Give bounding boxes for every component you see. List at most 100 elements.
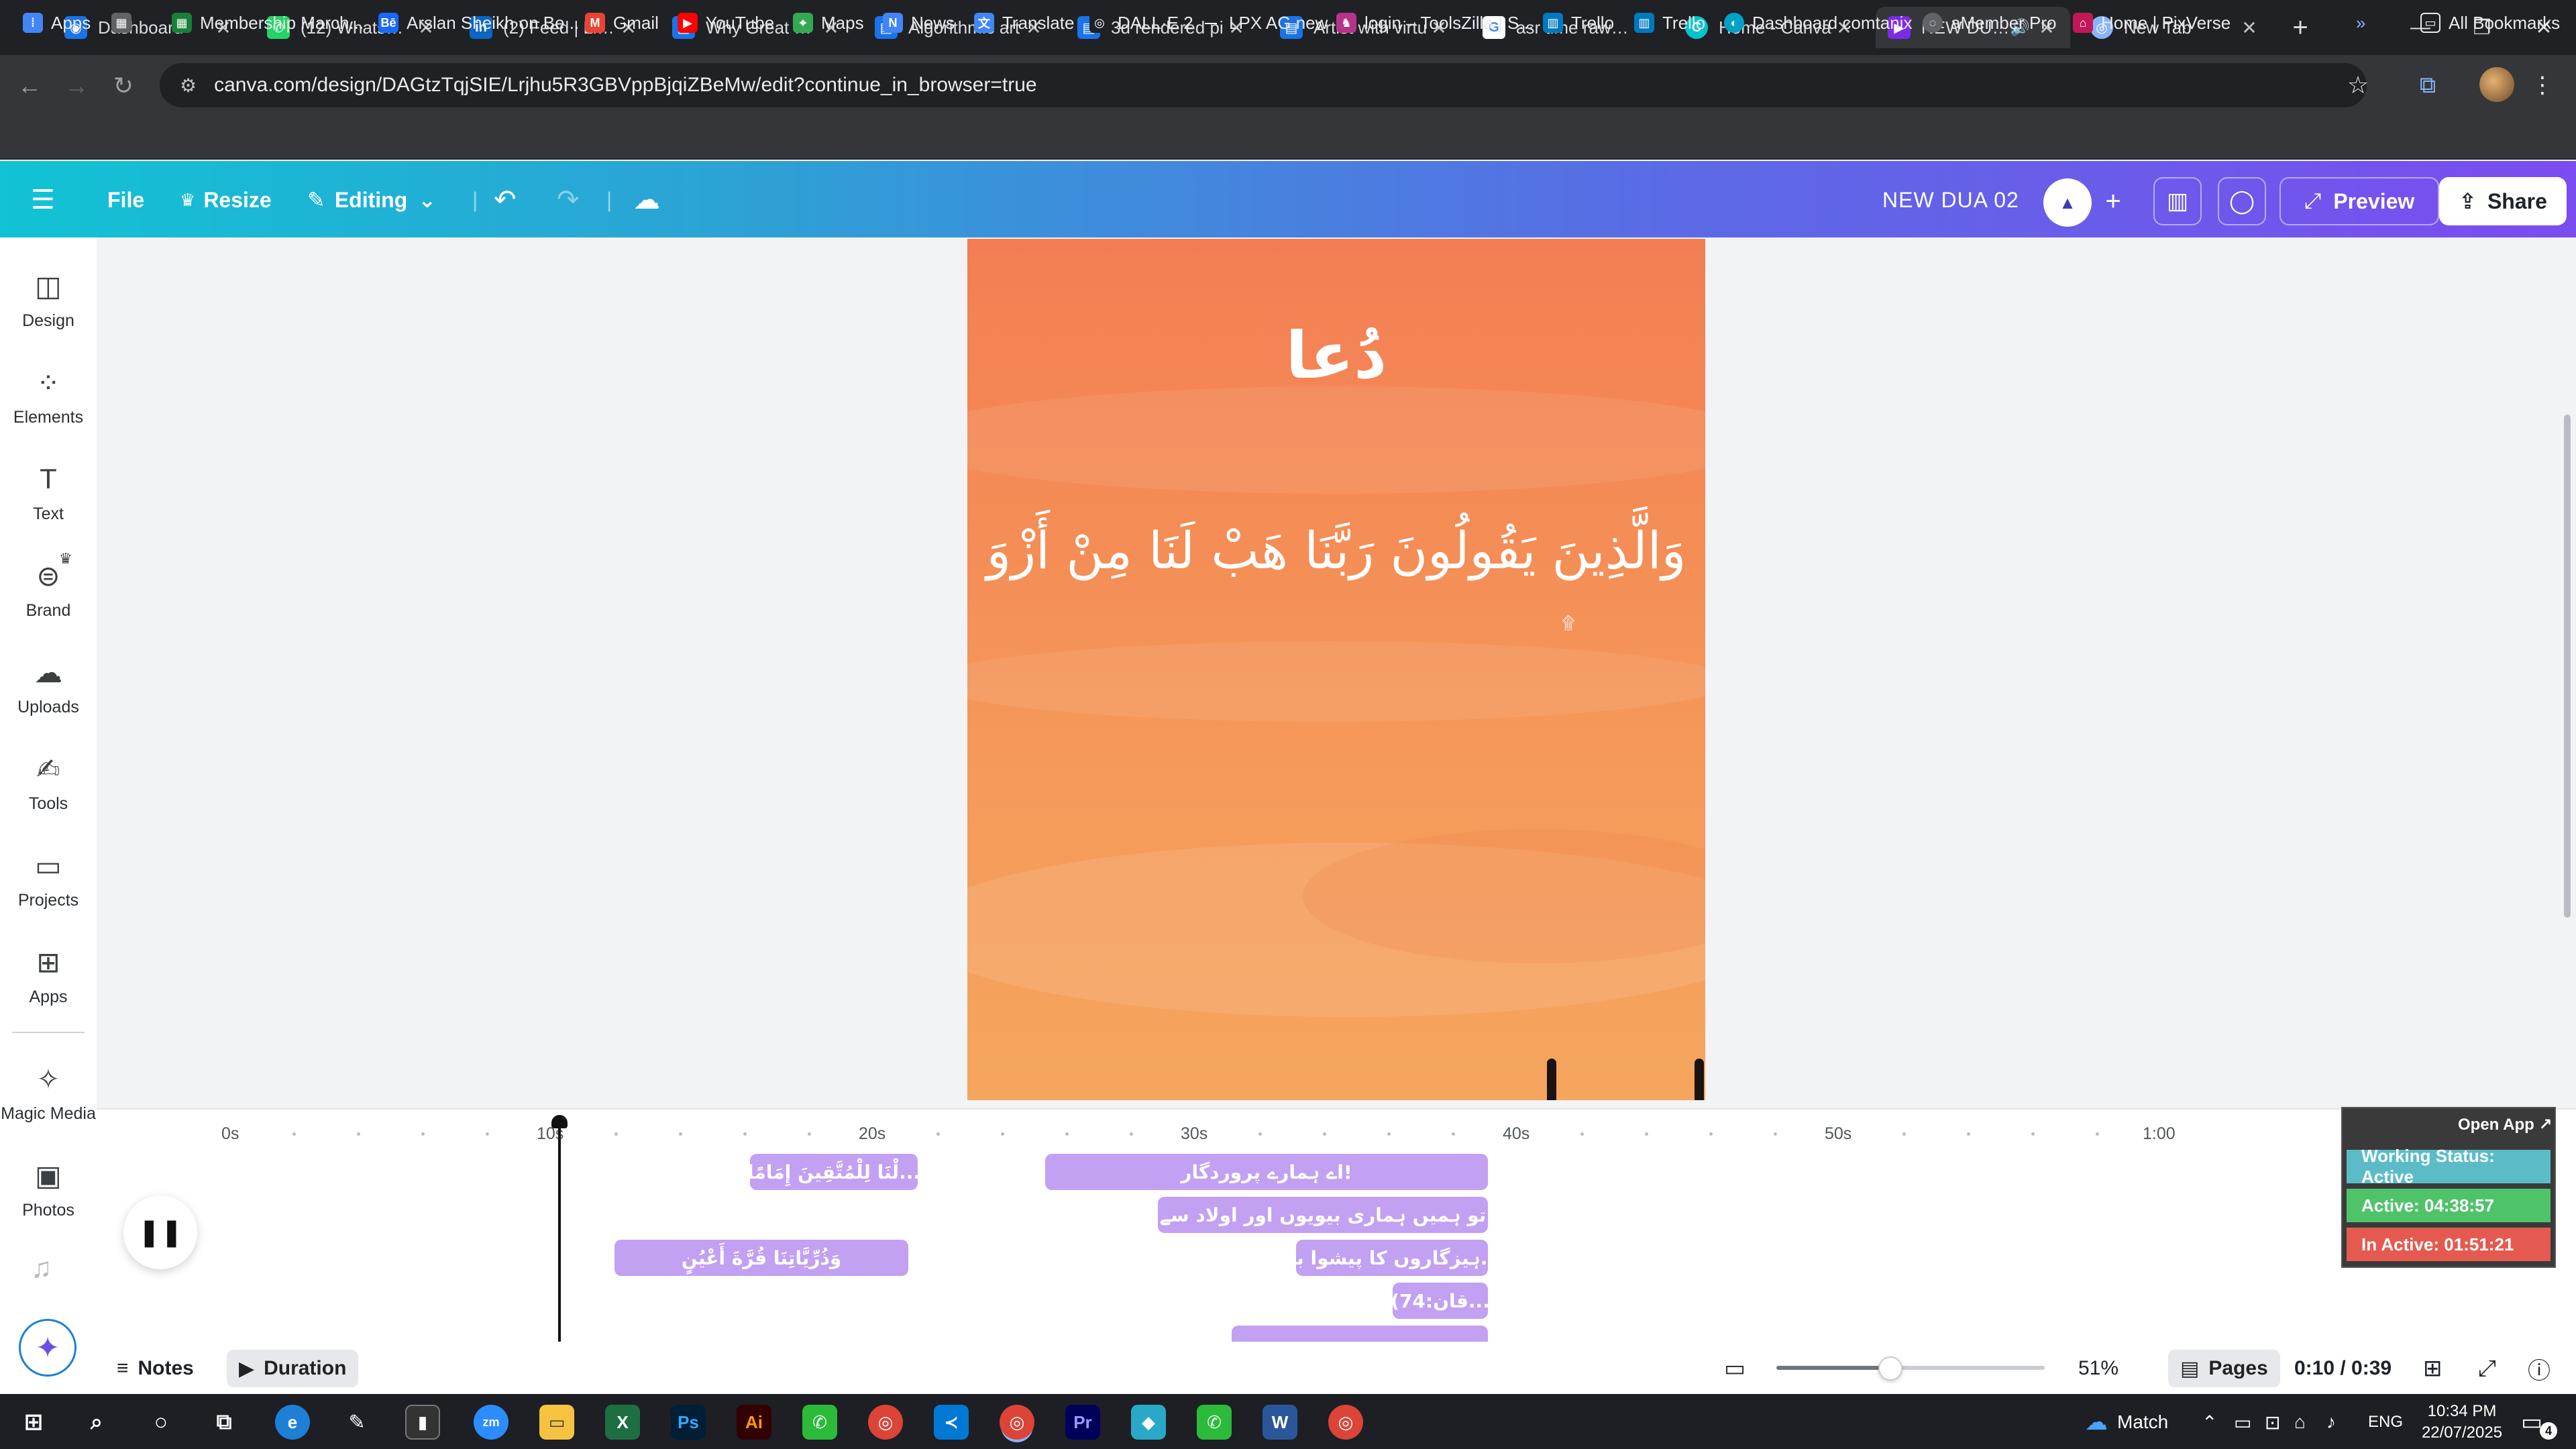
sidebar-item-apps[interactable]: ⊞ Apps <box>0 942 97 1007</box>
bookmark-amember[interactable]: ◌ aMember Pro <box>1923 9 2057 36</box>
edge-icon[interactable]: e <box>275 1405 310 1440</box>
address-bar[interactable]: ⚙ canva.com/design/DAGtzTqjSIE/Lrjhu5R3G… <box>160 63 2367 107</box>
grid-view-icon[interactable]: ⊞ <box>2423 1350 2443 1387</box>
help-icon[interactable]: ⓘ <box>2528 1350 2551 1387</box>
bookmark-lpx[interactable]: ― LPX AG new <box>1201 9 1328 36</box>
bookmark-grid[interactable]: ▦ <box>111 9 140 36</box>
dua-title[interactable]: دُعا <box>967 318 1705 393</box>
page-view-icon[interactable]: ▭ <box>1724 1350 1746 1387</box>
terminal-icon[interactable]: ▮ <box>405 1405 440 1440</box>
timeline-playhead[interactable] <box>558 1122 561 1342</box>
design-page[interactable]: دُعا وَالَّذِينَ يَقُولُونَ رَبَّنَا هَب… <box>967 239 1705 1100</box>
task-view-icon[interactable]: ⧉ <box>207 1405 241 1440</box>
text-clip-partial[interactable] <box>1232 1326 1488 1342</box>
site-info-icon[interactable]: ⚙ <box>180 74 197 97</box>
file-explorer-icon[interactable]: ▭ <box>539 1405 574 1440</box>
extension-icon[interactable]: ⧉ <box>2411 68 2445 102</box>
weather-widget[interactable]: ☁ Match <box>2085 1409 2168 1436</box>
preview-button[interactable]: ⤢ Preview <box>2279 177 2439 225</box>
profile-avatar[interactable] <box>2479 67 2514 102</box>
bookmark-behance[interactable]: Bē Arslan Sheikh on Be... <box>378 9 579 36</box>
app-icon[interactable]: ◆ <box>1131 1405 1166 1440</box>
browser-menu-icon[interactable]: ⋮ <box>2529 68 2556 102</box>
cloud-saved-icon[interactable]: ☁ <box>633 181 660 219</box>
vscode-icon[interactable]: ≺ <box>934 1405 969 1440</box>
notes-button[interactable]: ≡ Notes <box>117 1350 194 1387</box>
text-clip[interactable]: تو ہمیں ہماری بیویوں اور اولاد سے <box>1158 1197 1488 1233</box>
pause-button[interactable]: ❚❚ <box>123 1195 197 1269</box>
sidebar-item-design[interactable]: ◫ Design <box>0 266 97 331</box>
meet-now-icon[interactable]: ▭ <box>2234 1409 2251 1436</box>
sidebar-item-uploads[interactable]: ☁ Uploads <box>0 652 97 717</box>
bookmark-trello[interactable]: ▥ Trello <box>1543 9 1614 36</box>
chrome-taskbar-icon[interactable]: ◎ <box>1328 1405 1363 1440</box>
bookmark-comtanix[interactable]: ◐ Dashboard comtanix <box>1724 9 1912 36</box>
undo-icon[interactable]: ↶ <box>494 181 517 219</box>
sidebar-item-photos[interactable]: ▣ Photos <box>0 1155 97 1220</box>
text-clip[interactable]: ...قان:74) <box>1393 1283 1488 1319</box>
collaborator-avatar[interactable]: ▲ <box>2043 178 2092 227</box>
bookmark-toolszilla[interactable]: ♞ login – ToolsZilla | S... <box>1336 9 1534 36</box>
phone-app-icon[interactable]: ✆ <box>802 1405 837 1440</box>
back-arrow-icon[interactable]: ← <box>13 70 46 102</box>
zoom-slider-handle[interactable] <box>1878 1356 1902 1381</box>
open-app-link[interactable]: Open App ↗ <box>2458 1112 2553 1136</box>
text-clip[interactable]: وَذُرِّيَّاتِنَا قُرَّةَ أَعْيُنٍ <box>614 1240 908 1276</box>
add-collaborator-plus-icon[interactable]: + <box>2092 177 2135 225</box>
language-indicator[interactable]: ENG <box>2368 1409 2403 1436</box>
zoom-level[interactable]: 51% <box>2078 1350 2118 1387</box>
word-icon[interactable]: W <box>1263 1405 1297 1440</box>
bookmark-trello-2[interactable]: ▥ Trello <box>1634 9 1705 36</box>
sidebar-item-text[interactable]: T Text <box>0 459 97 524</box>
hamburger-menu-icon[interactable]: ☰ <box>31 181 55 219</box>
sidebar-item-magic-media[interactable]: ✧ Magic Media <box>0 1059 97 1124</box>
windows-start-icon[interactable]: ⊞ <box>16 1405 51 1440</box>
sidebar-item-projects[interactable]: ▭ Projects <box>0 845 97 910</box>
premiere-icon[interactable]: Pr <box>1065 1405 1100 1440</box>
playhead-handle[interactable] <box>551 1115 568 1128</box>
pen-tool-icon[interactable]: ✎ <box>339 1405 374 1440</box>
chrome-active-icon[interactable]: ◎ <box>1000 1405 1034 1440</box>
phone-app-icon[interactable]: ✆ <box>1197 1405 1232 1440</box>
verse-text[interactable]: وَالَّذِينَ يَقُولُونَ رَبَّنَا هَبْ لَن… <box>967 521 1705 580</box>
forward-arrow-icon[interactable]: → <box>60 70 93 102</box>
insights-chart-icon[interactable]: ▥ <box>2153 177 2202 225</box>
new-tab-plus-icon[interactable]: + <box>2284 11 2317 44</box>
bookmark-translate[interactable]: 文 Translate <box>974 9 1074 36</box>
bookmark-membership[interactable]: ▦ Membership March... <box>172 9 364 36</box>
bookmark-maps[interactable]: ⌖ Maps <box>793 9 864 36</box>
duration-button[interactable]: ▶ Duration <box>227 1350 359 1387</box>
cortana-icon[interactable]: ○ <box>144 1405 178 1440</box>
magic-sparkle-button[interactable]: ✦ <box>19 1319 76 1377</box>
tray-overflow-icon[interactable]: ⌃ <box>2202 1409 2217 1436</box>
zoom-app-icon[interactable]: zm <box>474 1405 508 1440</box>
sidebar-item-tools[interactable]: ✍ Tools <box>0 749 97 814</box>
comment-icon[interactable]: ◯ <box>2218 177 2266 225</box>
resize-button[interactable]: ♛ Resize <box>180 181 272 219</box>
chrome-taskbar-icon[interactable]: ◎ <box>868 1405 903 1440</box>
canvas-scrollbar[interactable] <box>2564 415 2571 918</box>
redo-icon[interactable]: ↷ <box>557 181 580 219</box>
clock[interactable]: 10:34 PM 22/07/2025 <box>2415 1401 2509 1444</box>
bookmark-dalle[interactable]: ◎ DALL·E 2 <box>1089 9 1193 36</box>
editing-mode-dropdown[interactable]: ✎ Editing ⌄ <box>307 181 436 219</box>
bookmark-star-icon[interactable]: ☆ <box>2341 68 2375 102</box>
pages-button[interactable]: ▤ Pages <box>2168 1350 2280 1387</box>
file-menu[interactable]: File <box>107 181 144 219</box>
bookmark-youtube[interactable]: ▶ YouTube <box>678 9 774 36</box>
photoshop-icon[interactable]: Ps <box>671 1405 706 1440</box>
fullscreen-icon[interactable]: ⤢ <box>2478 1350 2496 1387</box>
bookmark-pixverse[interactable]: ⌂ Home | PixVerse <box>2073 9 2231 36</box>
music-icon[interactable]: ♫ <box>31 1252 52 1284</box>
network-icon[interactable]: ⌂ <box>2294 1409 2306 1436</box>
bookmark-news[interactable]: N News <box>883 9 955 36</box>
document-title[interactable]: NEW DUA 02 <box>1882 181 2019 219</box>
bookmark-apps[interactable]: ⁞ Apps <box>23 9 91 36</box>
illustrator-icon[interactable]: Ai <box>737 1405 771 1440</box>
text-clip[interactable]: ...لْنَا لِلْمُتَّقِينَ إِمَامًا <box>750 1154 918 1190</box>
excel-icon[interactable]: X <box>605 1405 640 1440</box>
all-bookmarks[interactable]: ▭ All Bookmarks <box>2420 9 2560 36</box>
search-icon[interactable]: ⌕ <box>79 1405 114 1440</box>
volume-icon[interactable]: ♪ <box>2326 1409 2336 1436</box>
bookmarks-overflow-icon[interactable]: » <box>2356 9 2365 36</box>
